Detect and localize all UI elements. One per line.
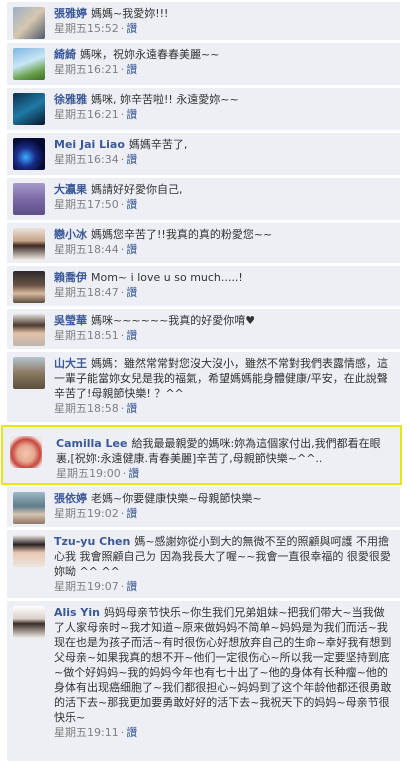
comment-text: 媽媽~我愛妳!!! — [91, 7, 169, 20]
comment-author[interactable]: 張雅婷 — [54, 7, 87, 20]
separator: · — [120, 63, 125, 76]
avatar[interactable] — [13, 314, 45, 346]
comment-item: 山大王 媽媽：雖然常常對您沒大沒小，雖然不常對我們表露情感，這一輩子能當妳女兒是我… — [7, 352, 400, 422]
like-link[interactable]: 讚 — [126, 329, 137, 342]
comment-text: Mom~ i love u so much.....! — [91, 271, 243, 284]
like-link[interactable]: 讚 — [128, 467, 139, 480]
like-link[interactable]: 讚 — [126, 108, 137, 121]
separator: · — [122, 467, 127, 480]
separator: · — [120, 22, 125, 35]
comment-text: 媽咪, 妳辛苦啦!! 永遠愛妳~~ — [91, 93, 239, 106]
comment-time[interactable]: 星期五16:21 — [54, 108, 119, 121]
comment-time[interactable]: 星期五18:44 — [54, 243, 119, 256]
separator: · — [120, 243, 125, 256]
comment-time[interactable]: 星期五16:21 — [54, 63, 119, 76]
avatar[interactable] — [13, 48, 45, 80]
separator: · — [120, 108, 125, 121]
avatar[interactable] — [13, 492, 45, 524]
comment-text: 媽媽您辛苦了!!我真的真的粉愛您~~ — [91, 228, 273, 241]
comment-author[interactable]: 賴喬伊 — [54, 271, 87, 284]
comment-time[interactable]: 星期五18:51 — [54, 329, 119, 342]
comment-author[interactable]: 吳瑩華 — [54, 314, 87, 327]
comment-author[interactable]: Mei Jai Liao — [54, 138, 125, 151]
comment-time[interactable]: 星期五18:47 — [54, 286, 119, 299]
comment-author[interactable]: Camilla Lee — [56, 437, 127, 450]
like-link[interactable]: 讚 — [126, 153, 137, 166]
comment-time[interactable]: 星期五19:02 — [54, 507, 119, 520]
comment-item: 綺綺 媽咪，祝妳永遠春春美麗~~ 星期五16:21 · 讚 — [7, 43, 400, 85]
comment-item: Tzu-yu Chen 媽~感謝妳從小到大的無微不至的照顧與呵護 不用擔心我 我會… — [7, 530, 400, 598]
comment-item: Alis Yin 妈妈母亲节快乐~你生我们兄弟姐妹~把我们带大~当我做了人家母亲时… — [7, 601, 400, 761]
like-link[interactable]: 讚 — [126, 63, 137, 76]
comment-author[interactable]: 山大王 — [54, 357, 87, 370]
separator: · — [120, 329, 125, 342]
separator: · — [120, 580, 125, 593]
comment-author[interactable]: Tzu-yu Chen — [54, 535, 130, 548]
comment-author[interactable]: 徐雅雅 — [54, 93, 87, 106]
avatar[interactable] — [13, 138, 45, 170]
like-link[interactable]: 讚 — [126, 243, 137, 256]
avatar[interactable] — [13, 535, 45, 567]
comment-feed: 張雅婷 媽媽~我愛妳!!! 星期五15:52 · 讚 綺綺 媽咪，祝妳永遠春春美麗~~ … — [0, 0, 407, 763]
separator: · — [120, 402, 125, 415]
comment-time[interactable]: 星期五15:52 — [54, 22, 119, 35]
avatar[interactable] — [13, 606, 45, 638]
comment-author[interactable]: 張依婷 — [54, 492, 87, 505]
separator: · — [120, 198, 125, 211]
comment-time[interactable]: 星期五19:11 — [54, 726, 119, 739]
comment-item: 張雅婷 媽媽~我愛妳!!! 星期五15:52 · 讚 — [7, 2, 400, 40]
comment-item: 賴喬伊 Mom~ i love u so much.....! 星期五18:47 ·… — [7, 266, 400, 306]
avatar[interactable] — [10, 436, 42, 468]
like-link[interactable]: 讚 — [126, 402, 137, 415]
like-link[interactable]: 讚 — [126, 286, 137, 299]
comment-item: 徐雅雅 媽咪, 妳辛苦啦!! 永遠愛妳~~ 星期五16:21 · 讚 — [7, 88, 400, 130]
separator: · — [120, 153, 125, 166]
like-link[interactable]: 讚 — [126, 580, 137, 593]
comment-time[interactable]: 星期五16:34 — [54, 153, 119, 166]
comment-author[interactable]: 大瀛果 — [54, 183, 87, 196]
comment-author[interactable]: Alis Yin — [54, 606, 100, 619]
comment-time[interactable]: 星期五19:00 — [56, 467, 121, 480]
comment-time[interactable]: 星期五18:58 — [54, 402, 119, 415]
comment-text: 媽咪，祝妳永遠春春美麗~~ — [80, 48, 220, 61]
comment-text: 媽媽：雖然常常對您沒大沒小，雖然不常對我們表露情感，這一輩子能當妳女兒是我的福氣… — [54, 357, 388, 400]
avatar[interactable] — [13, 228, 45, 260]
comment-item-highlighted: Camilla Lee 給我最最親愛的媽咪:妳為這個家付出,我們都看在眼裏,[祝妳… — [1, 425, 402, 485]
avatar[interactable] — [13, 93, 45, 125]
comment-author[interactable]: 戀小冰 — [54, 228, 87, 241]
comment-item: 張依婷 老媽~你要健康快樂~母親節快樂~ 星期五19:02 · 讚 — [7, 487, 400, 527]
separator: · — [120, 726, 125, 739]
comment-author[interactable]: 綺綺 — [54, 48, 76, 61]
avatar[interactable] — [13, 271, 45, 303]
comment-item: 戀小冰 媽媽您辛苦了!!我真的真的粉愛您~~ 星期五18:44 · 讚 — [7, 223, 400, 263]
comment-text: 老媽~你要健康快樂~母親節快樂~ — [91, 492, 262, 505]
separator: · — [120, 507, 125, 520]
comment-item: 吳瑩華 媽咪~~~~~~我真的好愛你唷♥ 星期五18:51 · 讚 — [7, 309, 400, 349]
avatar[interactable] — [13, 7, 45, 39]
separator: · — [120, 286, 125, 299]
like-link[interactable]: 讚 — [126, 726, 137, 739]
avatar[interactable] — [13, 183, 45, 215]
comment-text: 媽請好好愛你自己, — [91, 183, 183, 196]
comment-time[interactable]: 星期五19:07 — [54, 580, 119, 593]
like-link[interactable]: 讚 — [126, 22, 137, 35]
comment-time[interactable]: 星期五17:50 — [54, 198, 119, 211]
avatar[interactable] — [13, 357, 45, 389]
comment-text: 媽媽辛苦了, — [128, 138, 188, 151]
comment-item: Mei Jai Liao 媽媽辛苦了, 星期五16:34 · 讚 — [7, 133, 400, 175]
like-link[interactable]: 讚 — [126, 507, 137, 520]
comment-item: 大瀛果 媽請好好愛你自己, 星期五17:50 · 讚 — [7, 178, 400, 220]
comment-text: 媽咪~~~~~~我真的好愛你唷♥ — [91, 314, 256, 327]
comment-text: 妈妈母亲节快乐~你生我们兄弟姐妹~把我们带大~当我做了人家母亲时~我才知道~原来… — [54, 606, 392, 724]
like-link[interactable]: 讚 — [126, 198, 137, 211]
